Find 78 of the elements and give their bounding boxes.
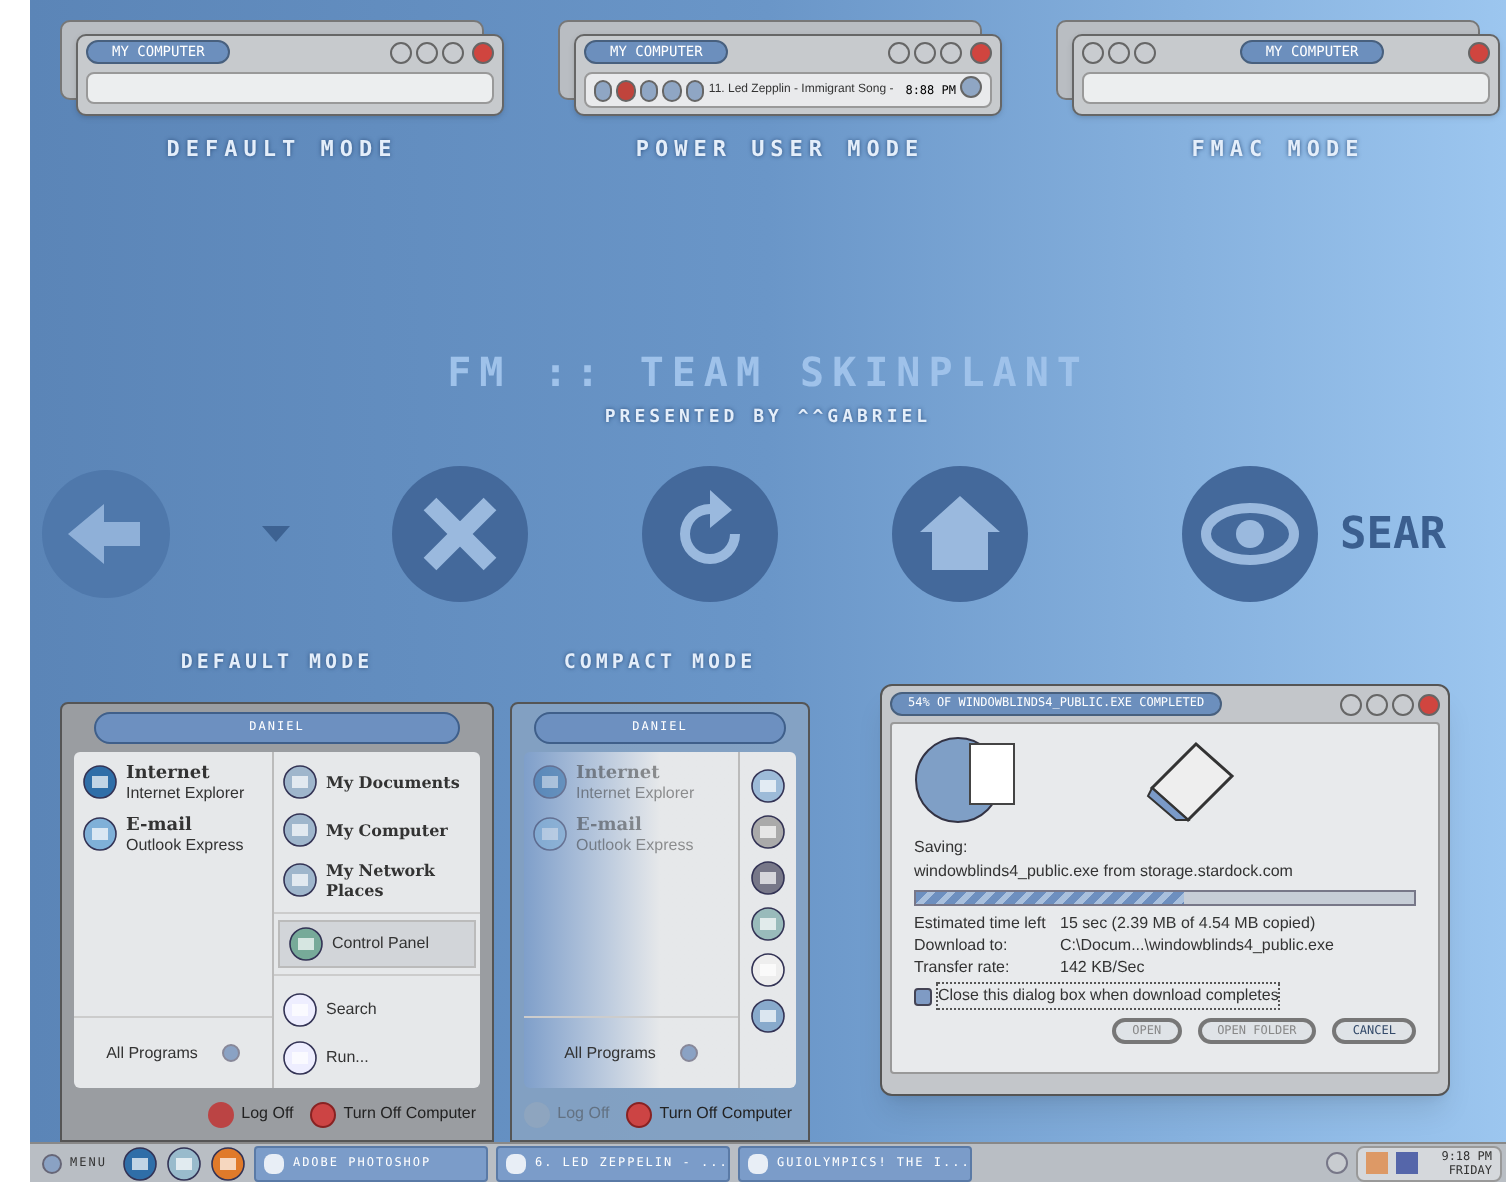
item-title: My Documents — [326, 772, 460, 792]
item-title: My Computer — [326, 820, 448, 840]
minimize-button[interactable] — [1366, 693, 1388, 715]
close-button[interactable] — [472, 41, 494, 63]
close-button[interactable] — [1418, 693, 1440, 715]
app-icon — [506, 1153, 527, 1173]
info-label: Transfer rate: — [914, 956, 1012, 978]
close-button[interactable] — [1467, 41, 1490, 63]
mode-label: COMPACT MODE — [563, 650, 757, 678]
menu-button[interactable] — [960, 76, 982, 98]
mode-label: POWER USER MODE — [635, 134, 925, 166]
maximize-button[interactable] — [442, 41, 464, 63]
saving-label: Saving: — [914, 836, 970, 860]
tray-icon — [1365, 1152, 1388, 1174]
minimize-button[interactable] — [416, 41, 438, 63]
place-item[interactable]: My Computer — [274, 800, 480, 848]
tool-item[interactable]: Search — [274, 980, 480, 1028]
maximize-button[interactable] — [940, 41, 962, 63]
shortcut-icon — [750, 814, 786, 850]
shortcut-icon — [750, 998, 786, 1034]
minimize-button[interactable] — [914, 41, 936, 63]
close-icon — [390, 464, 530, 604]
stop-button[interactable] — [616, 79, 636, 101]
tray-icon — [1395, 1152, 1418, 1174]
pinned-item[interactable]: Internet Internet Explorer — [74, 752, 272, 804]
close-button[interactable] — [970, 41, 992, 63]
next-button[interactable] — [662, 79, 682, 101]
orb-icon — [42, 1153, 62, 1173]
help-button[interactable] — [1340, 693, 1362, 715]
maximize-button[interactable] — [1392, 693, 1414, 715]
eject-button[interactable] — [685, 79, 705, 101]
help-button[interactable] — [888, 41, 910, 63]
mode-label: DEFAULT MODE — [166, 134, 398, 166]
tool-item[interactable]: Run... — [274, 1028, 480, 1076]
minimize-button[interactable] — [1108, 41, 1130, 63]
shortcut-icon — [750, 906, 786, 942]
turn-off-button[interactable]: Turn Off Computer — [625, 1101, 792, 1127]
help-button[interactable] — [390, 41, 412, 63]
info-label: Download to: — [914, 934, 1010, 956]
home-icon — [890, 464, 1030, 604]
item-subtitle: Internet Explorer — [126, 784, 245, 804]
shortcut-icon — [750, 952, 786, 988]
info-value: 142 KB/Sec — [1060, 956, 1145, 978]
previous-button[interactable] — [639, 79, 659, 101]
system-item[interactable]: Control Panel — [278, 920, 476, 968]
item-title: My Network Places — [326, 860, 437, 900]
refresh-icon — [640, 464, 780, 604]
item-title: E-mail — [126, 816, 194, 836]
caret-icon — [262, 526, 290, 542]
all-programs-link[interactable]: All Programs — [106, 1041, 198, 1065]
item-subtitle: Internet Explorer — [576, 784, 695, 804]
item-title: Internet — [576, 764, 662, 784]
maximize-button[interactable] — [1134, 41, 1156, 63]
log-off-button[interactable]: Log Off — [207, 1101, 294, 1127]
info-value: C:\Docum...\windowblinds4_public.exe — [1060, 934, 1334, 956]
pinned-item[interactable]: E-mail Outlook Express — [74, 804, 272, 856]
app-icon — [264, 1153, 285, 1173]
info-label: Estimated time left — [914, 912, 1048, 934]
shortcut-icon — [750, 768, 786, 804]
mode-label: FMAC MODE — [1191, 134, 1365, 166]
search-text: SEAR — [1340, 507, 1446, 563]
item-subtitle: Outlook Express — [576, 836, 694, 856]
info-value: 15 sec (2.39 MB of 4.54 MB copied) — [1060, 912, 1316, 934]
source-text: windowblinds4_public.exe from storage.stardock.com — [914, 860, 1295, 884]
mode-label: DEFAULT MODE — [180, 650, 374, 678]
turn-off-button[interactable]: Turn Off Computer — [309, 1101, 476, 1127]
banner-subtitle: PRESENTED BY ^^GABRIEL — [604, 405, 932, 431]
help-button[interactable] — [1082, 41, 1104, 63]
place-item[interactable]: My Network Places — [274, 848, 480, 900]
eye-icon — [1180, 464, 1320, 604]
item-subtitle: Outlook Express — [126, 836, 244, 856]
item-title: E-mail — [576, 816, 644, 836]
all-programs-link[interactable]: All Programs — [564, 1041, 656, 1065]
app-icon — [748, 1153, 769, 1173]
item-title: Internet — [126, 764, 212, 784]
play-button[interactable] — [594, 79, 613, 101]
place-item[interactable]: My Documents — [274, 752, 480, 800]
shortcut-icon — [750, 860, 786, 896]
